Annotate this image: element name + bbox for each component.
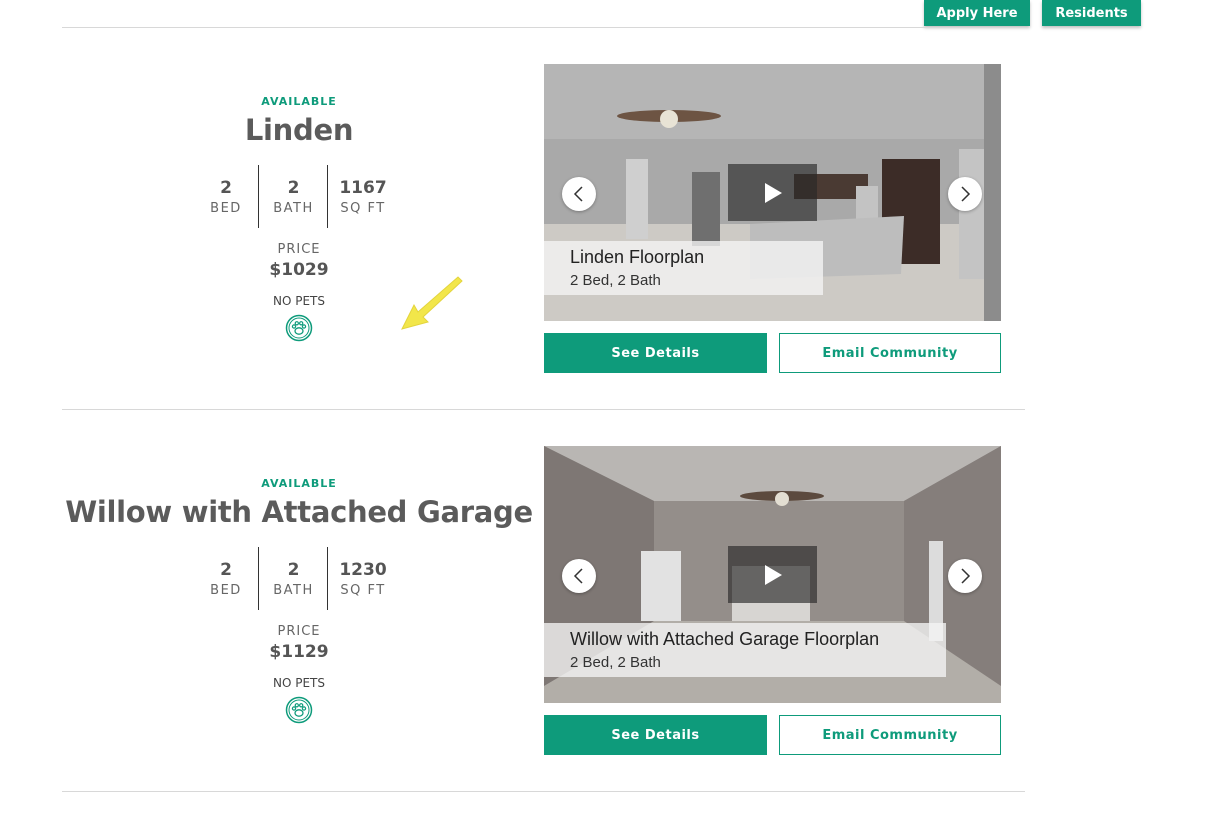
residents-button[interactable]: Residents	[1042, 0, 1141, 26]
email-community-button[interactable]: Email Community	[779, 333, 1001, 373]
play-video-button[interactable]	[728, 546, 817, 603]
see-details-button[interactable]: See Details	[544, 333, 767, 373]
highlight-arrow-icon	[401, 276, 463, 330]
caption-title: Willow with Attached Garage Floorplan	[570, 629, 880, 649]
pet-policy: NO PETS	[272, 676, 325, 690]
paw-icon	[285, 314, 313, 342]
floorplan-media: Willow with Attached Garage Floorplan 2 …	[544, 446, 1001, 703]
bath-count: 2	[287, 560, 300, 580]
divider	[62, 791, 1025, 792]
floorplan-stats: 2 BED 2 BATH 1167 SQ FT	[195, 165, 403, 228]
play-video-button[interactable]	[728, 164, 817, 221]
caption-title: Linden Floorplan	[570, 247, 705, 267]
bed-label: BED	[210, 583, 242, 598]
divider	[62, 27, 1025, 28]
bath-stat: 2 BATH	[258, 165, 328, 228]
paw-icon	[285, 696, 313, 724]
divider	[62, 409, 1025, 410]
floorplan-media: Linden Floorplan 2 Bed, 2 Bath	[544, 64, 1001, 321]
chevron-right-icon	[961, 186, 971, 202]
floorplan-name: Willow with Attached Garage	[65, 495, 533, 529]
bed-count: 2	[220, 178, 232, 198]
price-label: PRICE	[277, 624, 321, 639]
email-community-button[interactable]: Email Community	[779, 715, 1001, 755]
bath-stat: 2 BATH	[258, 547, 328, 610]
sqft-stat: 1230 SQ FT	[327, 547, 398, 610]
sqft-stat: 1167 SQ FT	[327, 165, 398, 228]
floorplan-stats: 2 BED 2 BATH 1230 SQ FT	[195, 547, 403, 610]
photo-caption: Willow with Attached Garage Floorplan 2 …	[544, 623, 946, 677]
chevron-left-icon	[573, 568, 583, 584]
next-image-button[interactable]	[948, 177, 982, 211]
play-icon	[764, 182, 782, 203]
floorplan-card-linden: AVAILABLE Linden 2 BED 2 BATH 1167 SQ FT…	[0, 64, 1210, 446]
previous-image-button[interactable]	[562, 559, 596, 593]
bed-stat: 2 BED	[195, 547, 257, 610]
photo-caption: Linden Floorplan 2 Bed, 2 Bath	[544, 241, 823, 295]
caption-subtitle: 2 Bed, 2 Bath	[570, 654, 661, 671]
bed-stat: 2 BED	[195, 165, 257, 228]
bed-count: 2	[220, 560, 232, 580]
previous-image-button[interactable]	[562, 177, 596, 211]
bath-count: 2	[287, 178, 300, 198]
price-label: PRICE	[277, 242, 321, 257]
availability-status: AVAILABLE	[261, 477, 337, 490]
play-icon	[764, 564, 782, 585]
bath-label: BATH	[273, 583, 314, 598]
see-details-button[interactable]: See Details	[544, 715, 767, 755]
floorplan-card-willow: AVAILABLE Willow with Attached Garage 2 …	[0, 446, 1210, 828]
availability-status: AVAILABLE	[261, 95, 337, 108]
chevron-right-icon	[961, 568, 971, 584]
sqft-value: 1167	[339, 178, 387, 198]
sqft-value: 1230	[339, 560, 387, 580]
sqft-label: SQ FT	[340, 583, 386, 598]
bath-label: BATH	[273, 201, 314, 216]
caption-subtitle: 2 Bed, 2 Bath	[570, 272, 661, 289]
next-image-button[interactable]	[948, 559, 982, 593]
floorplan-name: Linden	[244, 113, 354, 147]
apply-here-button[interactable]: Apply Here	[924, 0, 1030, 26]
sqft-label: SQ FT	[340, 201, 386, 216]
bed-label: BED	[210, 201, 242, 216]
price-value: $1129	[269, 642, 329, 662]
chevron-left-icon	[573, 186, 583, 202]
